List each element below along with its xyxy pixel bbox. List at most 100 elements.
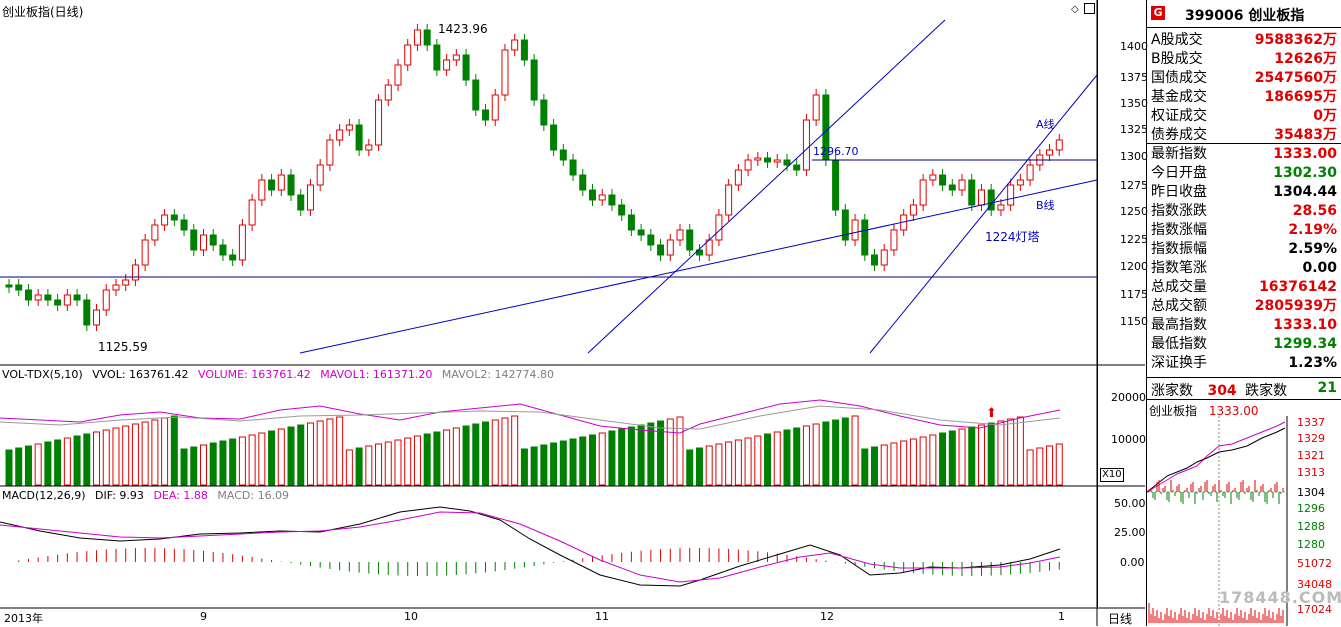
quote-row-label: 总成交额 bbox=[1151, 298, 1207, 314]
candle-body bbox=[190, 229, 198, 251]
mavol2-label: MAVOL2: 142774.80 bbox=[441, 368, 555, 381]
volume-bar bbox=[112, 427, 120, 486]
high-annotation: 1423.96 bbox=[438, 22, 488, 36]
volume-bar bbox=[919, 436, 927, 486]
volume-bar bbox=[316, 420, 324, 486]
volume-bar bbox=[773, 431, 781, 486]
candle-body bbox=[452, 54, 460, 61]
quote-row: 最高指数 1333.10 bbox=[1151, 316, 1337, 334]
fall-label: 跌家数 bbox=[1245, 383, 1288, 399]
stock-name: 创业板指 bbox=[1248, 8, 1305, 24]
quote-row-label: 昨日收盘 bbox=[1151, 184, 1207, 200]
candle-body bbox=[948, 184, 956, 191]
volume-bar bbox=[443, 429, 451, 486]
volume-bar bbox=[63, 437, 71, 486]
quote-row-label: 国债成交 bbox=[1151, 70, 1207, 86]
quote-row: 指数涨跌 28.56 bbox=[1151, 202, 1337, 220]
quote-row-label: 总成交量 bbox=[1151, 279, 1207, 295]
quote-row-value: 1302.30 bbox=[1273, 165, 1337, 181]
quote-row-label: 今日开盘 bbox=[1151, 165, 1207, 181]
volume-bar bbox=[161, 417, 169, 486]
candle-body bbox=[851, 219, 859, 241]
main-chart-area[interactable]: 创业板指(日线) ◇ 1400 1375 1350 1325 1300 1275 1250 bbox=[0, 0, 1148, 627]
candle-body bbox=[598, 194, 606, 201]
quote-row-label: 权证成交 bbox=[1151, 108, 1207, 124]
candle-body bbox=[122, 279, 130, 286]
volume-bar bbox=[1016, 416, 1024, 486]
divider bbox=[1147, 399, 1341, 400]
volume-bar bbox=[355, 447, 363, 486]
fall-value: 21 bbox=[1317, 380, 1337, 396]
period-label[interactable]: 日线 bbox=[1108, 610, 1132, 627]
low-annotation: 1125.59 bbox=[98, 340, 148, 354]
candle-body bbox=[861, 219, 869, 256]
mavol1-label: MAVOL1: 161371.20 bbox=[320, 368, 433, 381]
candle-body bbox=[579, 174, 587, 191]
candle-body bbox=[715, 214, 723, 241]
candle-body bbox=[919, 179, 927, 206]
volume-bar bbox=[238, 436, 246, 486]
volume-bar bbox=[618, 428, 626, 486]
candle-body bbox=[832, 159, 840, 211]
candle-body bbox=[355, 124, 363, 151]
volume-bar bbox=[73, 435, 81, 486]
candle-body bbox=[199, 234, 207, 251]
b-line-label: B线 bbox=[1036, 199, 1055, 212]
stock-code: 399006 bbox=[1185, 8, 1244, 24]
candle-body bbox=[783, 159, 791, 166]
volume-bar bbox=[987, 422, 995, 486]
volume-bar bbox=[122, 425, 130, 486]
candle-body bbox=[238, 224, 246, 261]
candle-body bbox=[54, 299, 62, 306]
candle-body bbox=[1046, 149, 1054, 156]
volume-bar bbox=[1055, 443, 1063, 486]
volume-bar bbox=[812, 423, 820, 486]
volume-bar bbox=[861, 448, 869, 486]
volume-bar bbox=[588, 434, 596, 486]
volume-bar bbox=[520, 448, 528, 486]
dif-label: DIF: 9.93 bbox=[95, 489, 144, 502]
candle-body bbox=[734, 169, 742, 186]
quote-row-label: 指数笔涨 bbox=[1151, 260, 1207, 276]
price-tick: 1375 bbox=[1120, 71, 1148, 84]
volume-bar bbox=[248, 434, 256, 486]
quote-row: 指数笔涨 0.00 bbox=[1151, 259, 1337, 277]
mini-tick: 1304 bbox=[1297, 486, 1325, 499]
volume-bar bbox=[287, 426, 295, 486]
quote-row: 指数涨幅 2.19% bbox=[1151, 221, 1337, 239]
volume-bar bbox=[277, 428, 285, 486]
candle-body bbox=[773, 159, 781, 163]
x-label-12: 12 bbox=[820, 610, 834, 623]
macd-tick-50: 50.00 bbox=[1114, 497, 1146, 510]
candle-body bbox=[170, 214, 178, 221]
candle-body bbox=[501, 49, 509, 96]
volume-bar bbox=[229, 438, 237, 486]
volume-bar bbox=[579, 436, 587, 486]
volume-bar bbox=[131, 423, 139, 486]
candle-body bbox=[1016, 179, 1024, 186]
volume-bar bbox=[326, 418, 334, 486]
volume-bar bbox=[5, 449, 13, 486]
rise-label: 涨家数 bbox=[1151, 383, 1193, 399]
quote-row-label: 指数振幅 bbox=[1151, 241, 1207, 257]
quote-row-value: 0万 bbox=[1313, 108, 1337, 124]
candle-body bbox=[802, 119, 810, 171]
volume-label: VOLUME: 163761.42 bbox=[198, 368, 311, 381]
quote-row: 国债成交 2547560万 bbox=[1151, 69, 1337, 87]
candle-body bbox=[384, 84, 392, 101]
volume-bars bbox=[5, 415, 1063, 486]
scale-badge[interactable]: X10 bbox=[1100, 468, 1124, 482]
volume-bar bbox=[209, 442, 217, 486]
volume-bar bbox=[783, 429, 791, 486]
candle-body bbox=[44, 294, 52, 301]
macd-value-label: MACD: 16.09 bbox=[217, 489, 290, 502]
volume-bar bbox=[871, 446, 879, 486]
price-tick: 1175 bbox=[1120, 288, 1148, 301]
volume-bar bbox=[939, 432, 947, 486]
rise-value: 304 bbox=[1207, 383, 1237, 399]
volume-bar bbox=[258, 432, 266, 486]
volume-bar bbox=[832, 419, 840, 486]
candle-body bbox=[608, 194, 616, 206]
macd-histogram bbox=[18, 548, 1060, 576]
volume-bar bbox=[34, 443, 42, 486]
